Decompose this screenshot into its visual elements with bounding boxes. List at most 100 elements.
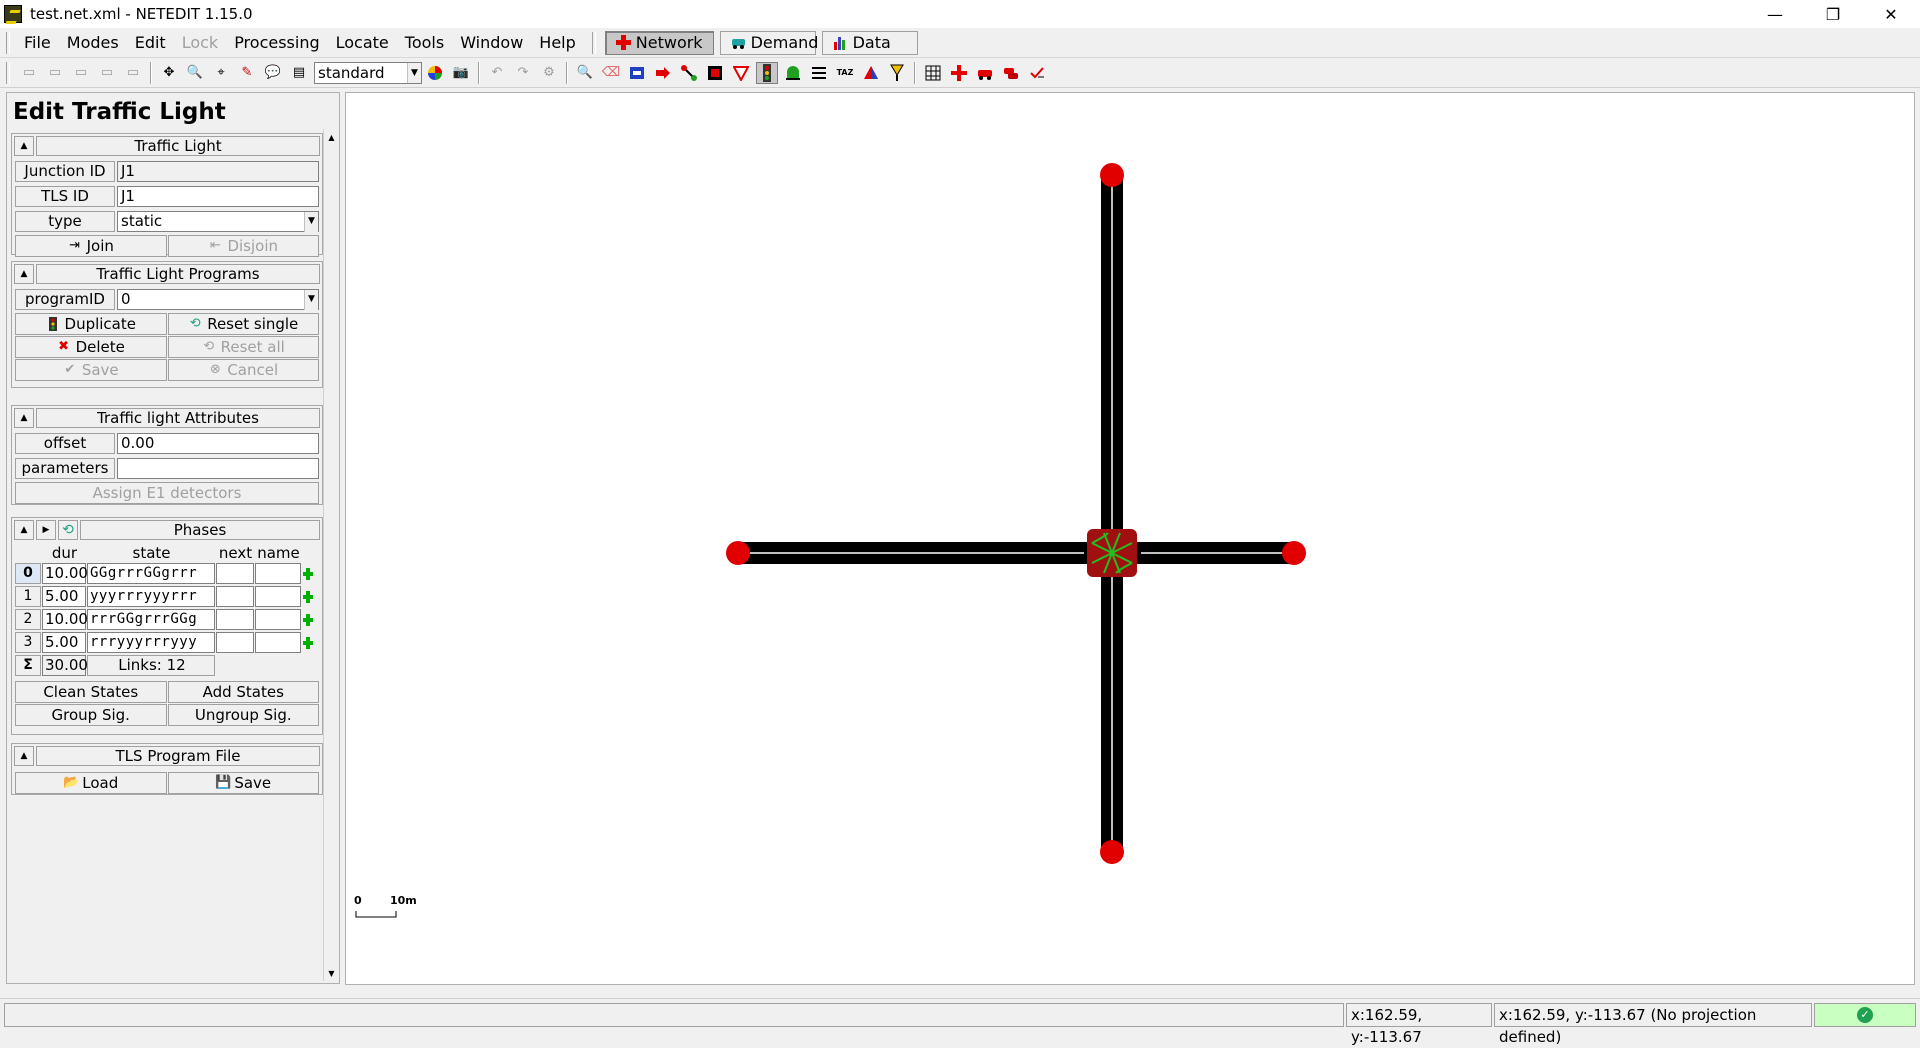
undo-icon[interactable]: ↶ xyxy=(486,62,508,84)
menu-processing[interactable]: Processing xyxy=(226,28,327,58)
restore-button[interactable]: ❐ xyxy=(1804,0,1862,28)
collapse-icon[interactable]: ▲ xyxy=(14,136,34,156)
locate-edge-icon[interactable]: ✎ xyxy=(236,62,258,84)
open-network-icon[interactable]: ▭ xyxy=(44,62,66,84)
locate-junction-icon[interactable]: ⌖ xyxy=(210,62,232,84)
phase-name[interactable] xyxy=(255,632,301,653)
assign-e1-detectors-button[interactable]: Assign E1 detectors xyxy=(15,482,319,504)
connection-mode-icon[interactable] xyxy=(704,62,726,84)
mode-data-button[interactable]: Data xyxy=(821,30,918,55)
compute-icon[interactable]: ⚙ xyxy=(538,62,560,84)
phase-state[interactable]: GGgrrrGGgrrr xyxy=(87,563,215,584)
menu-edit[interactable]: Edit xyxy=(127,28,174,58)
menu-tools[interactable]: Tools xyxy=(397,28,452,58)
reset-phases-icon[interactable]: ⟲ xyxy=(58,520,78,540)
phase-name[interactable] xyxy=(255,563,301,584)
load-program-button[interactable]: 📂 Load xyxy=(15,772,167,794)
program-id-select[interactable]: 0 ▼ xyxy=(117,289,319,310)
parameters-label[interactable]: parameters xyxy=(15,458,115,479)
duplicate-button[interactable]: Duplicate xyxy=(15,313,167,335)
node-west[interactable] xyxy=(726,541,750,565)
phase-next[interactable] xyxy=(216,563,254,584)
additional-mode-icon[interactable] xyxy=(782,62,804,84)
prohibition-mode-icon[interactable] xyxy=(730,62,752,84)
add-phase-icon[interactable] xyxy=(303,565,313,583)
select-mode-icon[interactable] xyxy=(626,62,648,84)
screenshot-icon[interactable]: 📷 xyxy=(450,62,472,84)
side-scrollbar[interactable]: ▲ ▼ xyxy=(323,129,339,981)
tls-id-field[interactable]: J1 xyxy=(117,186,319,207)
save-network-icon[interactable]: ▭ xyxy=(96,62,118,84)
collapse-icon[interactable]: ▲ xyxy=(14,746,34,766)
menu-modes[interactable]: Modes xyxy=(59,28,127,58)
phase-state[interactable]: rrrGGgrrrGGg xyxy=(87,609,215,630)
scroll-down-icon[interactable]: ▼ xyxy=(324,965,339,981)
minimize-button[interactable]: — xyxy=(1746,0,1804,28)
node-north[interactable] xyxy=(1100,163,1124,187)
node-east[interactable] xyxy=(1282,541,1306,565)
scroll-up-icon[interactable]: ▲ xyxy=(324,129,339,145)
phase-name[interactable] xyxy=(255,586,301,607)
menu-lock[interactable]: Lock xyxy=(174,28,226,58)
redo-icon[interactable]: ↷ xyxy=(512,62,534,84)
phase-row[interactable]: 0 10.00 GGgrrrGGgrrr xyxy=(15,562,319,585)
phase-index[interactable]: 1 xyxy=(15,586,41,607)
delete-button[interactable]: ✖ Delete xyxy=(15,336,167,358)
collapse-icon[interactable]: ▲ xyxy=(14,264,34,284)
move-mode-icon[interactable] xyxy=(652,62,674,84)
node-south[interactable] xyxy=(1100,840,1124,864)
delete-mode-icon[interactable]: ⌫ xyxy=(600,62,622,84)
disjoin-button[interactable]: ⇤ Disjoin xyxy=(167,235,319,257)
grid-toggle-icon[interactable] xyxy=(922,62,944,84)
phase-next[interactable] xyxy=(216,609,254,630)
add-phase-icon[interactable] xyxy=(303,634,313,652)
phase-index[interactable]: 3 xyxy=(15,632,41,653)
cancel-changes-button[interactable]: ⊗ Cancel xyxy=(167,359,319,381)
junction-shape-icon[interactable] xyxy=(948,62,970,84)
view-settings-icon[interactable]: ▤ xyxy=(288,62,310,84)
menu-locate[interactable]: Locate xyxy=(328,28,397,58)
inspect-mode-icon[interactable]: 🔍 xyxy=(574,62,596,84)
junction-id-field[interactable]: J1 xyxy=(117,161,319,182)
offset-field[interactable]: 0.00 xyxy=(117,433,319,454)
shape-mode-icon[interactable] xyxy=(860,62,882,84)
phase-state[interactable]: yyyrrryyyrrr xyxy=(87,586,215,607)
phase-name[interactable] xyxy=(255,609,301,630)
multi-vehicle-icon[interactable] xyxy=(1000,62,1022,84)
add-states-button[interactable]: Add States xyxy=(167,681,319,703)
group-signals-button[interactable]: Group Sig. xyxy=(15,704,167,726)
phase-index[interactable]: 0 xyxy=(15,563,41,584)
color-wheel-icon[interactable] xyxy=(424,62,446,84)
vehicle-toggle-icon[interactable] xyxy=(974,62,996,84)
save-changes-button[interactable]: ✔ Save xyxy=(15,359,167,381)
mode-demand-button[interactable]: Demand xyxy=(719,30,818,55)
reset-all-button[interactable]: ⟲ Reset all xyxy=(167,336,319,358)
phase-duration[interactable]: 5.00 xyxy=(42,632,86,653)
phase-row[interactable]: 3 5.00 rrryyyrrryyy xyxy=(15,631,319,654)
save-program-button[interactable]: 💾 Save xyxy=(167,772,319,794)
traffic-light-mode-icon[interactable] xyxy=(756,61,778,84)
phase-row[interactable]: 1 5.00 yyyrrryyyrrr xyxy=(15,585,319,608)
menu-file[interactable]: File xyxy=(16,28,59,58)
reset-single-button[interactable]: ⟲ Reset single xyxy=(167,313,319,335)
phase-state[interactable]: rrryyyrrryyy xyxy=(87,632,215,653)
create-edge-icon[interactable] xyxy=(678,62,700,84)
recenter-view-icon[interactable]: ✥ xyxy=(158,62,180,84)
network-view[interactable]: 0 10m xyxy=(346,93,1914,984)
phase-next[interactable] xyxy=(216,586,254,607)
mode-network-button[interactable]: Network xyxy=(604,30,714,55)
collapse-icon[interactable]: ▲ xyxy=(14,520,34,540)
ungroup-signals-button[interactable]: Ungroup Sig. xyxy=(167,704,319,726)
close-button[interactable]: ✕ xyxy=(1862,0,1920,28)
new-network-icon[interactable]: ▭ xyxy=(18,62,40,84)
add-phase-icon[interactable] xyxy=(303,611,313,629)
open-config-icon[interactable]: ▭ xyxy=(70,62,92,84)
phase-index[interactable]: 2 xyxy=(15,609,41,630)
color-scheme-select[interactable]: standard ▼ xyxy=(314,61,422,84)
taz-mode-icon[interactable]: TAZ xyxy=(834,62,856,84)
network-canvas[interactable]: 0 10m xyxy=(345,92,1915,985)
tooltip-icon[interactable]: 💬 xyxy=(262,62,284,84)
phase-next[interactable] xyxy=(216,632,254,653)
type-select[interactable]: static ▼ xyxy=(117,211,319,232)
phase-duration[interactable]: 10.00 xyxy=(42,609,88,630)
